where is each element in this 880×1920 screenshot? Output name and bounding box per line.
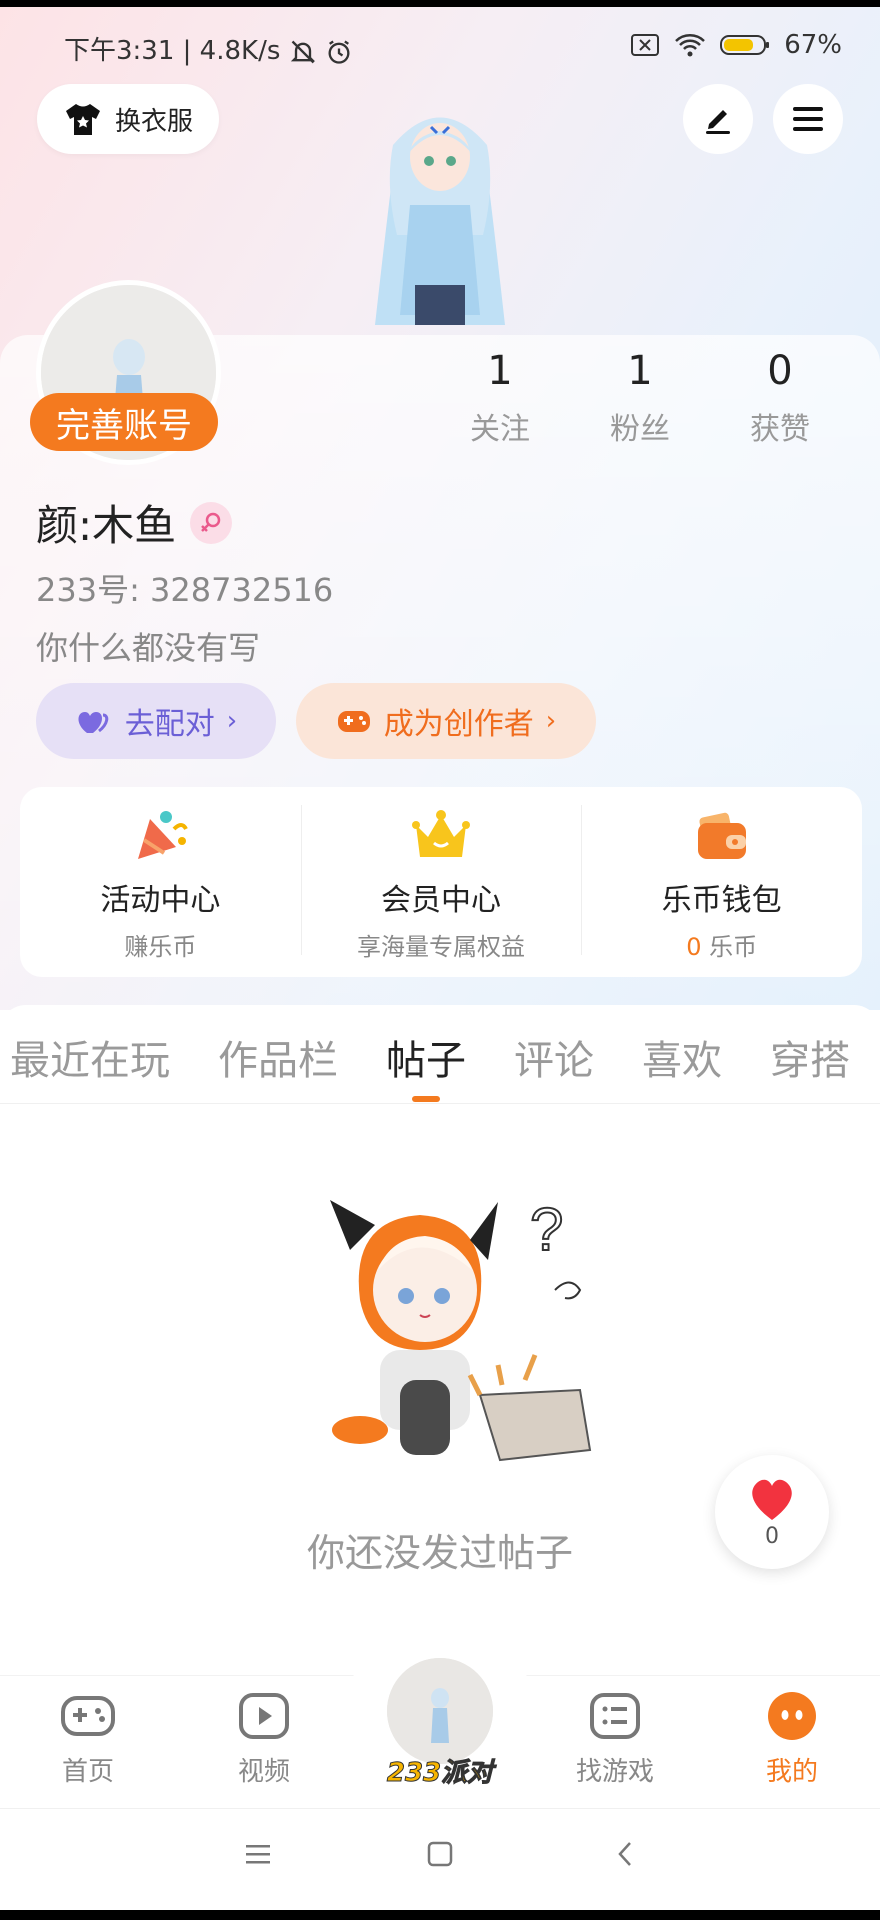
wallet-icon [697, 812, 746, 859]
bell-muted-icon [290, 40, 315, 63]
stat-followers[interactable]: 1 粉丝 [570, 348, 710, 448]
username: 颜:木鱼 [36, 501, 177, 550]
list-icon [590, 1693, 640, 1739]
become-creator-button[interactable]: 成为创作者 › [296, 683, 596, 759]
tabs-divider [0, 1103, 880, 1104]
activity-center-sub: 赚乐币 [124, 933, 197, 961]
coin-balance: 0 [686, 933, 702, 961]
stat-followers-label: 粉丝 [610, 412, 670, 447]
hamburger-menu-icon [793, 107, 823, 131]
double-heart-icon [78, 712, 109, 733]
member-center-sub: 享海量专属权益 [357, 933, 525, 961]
profile-stats: 1 关注 1 粉丝 0 获赞 [430, 348, 850, 448]
nav-me-label: 我的 [765, 1757, 818, 1787]
sim-off-icon [631, 34, 660, 56]
tshirt-icon [65, 104, 100, 135]
nav-video[interactable]: 视频 [204, 1692, 324, 1788]
nav-video-label: 视频 [237, 1757, 290, 1787]
change-outfit-button[interactable]: 换衣服 [37, 84, 219, 154]
go-pair-button[interactable]: 去配对 › [36, 683, 276, 759]
become-creator-label: 成为创作者 [383, 707, 534, 742]
tab-works[interactable]: 作品栏 [218, 1028, 338, 1086]
play-icon [239, 1693, 289, 1739]
go-pair-label: 去配对 [124, 707, 215, 742]
change-outfit-label: 换衣服 [114, 106, 193, 137]
stat-following[interactable]: 1 关注 [430, 348, 570, 448]
like-count: 0 [765, 1523, 779, 1549]
coin-unit: 乐币 [709, 933, 758, 961]
tab-comments[interactable]: 评论 [514, 1028, 594, 1086]
chevron-right-icon: › [226, 706, 238, 736]
member-center[interactable]: 会员中心 享海量专属权益 [300, 787, 582, 977]
party-popper-icon [138, 811, 189, 859]
gamepad-icon [61, 1696, 115, 1736]
battery-icon [720, 35, 770, 55]
stat-following-label: 关注 [470, 412, 530, 447]
empty-state-illustration: ? [330, 1195, 592, 1462]
recent-apps-icon[interactable] [244, 1840, 272, 1868]
content-tabs: 最近在玩 作品栏 帖子 评论 喜欢 穿搭 [10, 1028, 880, 1102]
menu-button[interactable] [773, 84, 843, 154]
nav-home-label: 首页 [61, 1757, 114, 1787]
back-arrow-icon[interactable] [612, 1840, 640, 1868]
status-right: 67% [630, 30, 842, 60]
coin-wallet-sub: 0 乐币 [581, 927, 862, 962]
character-model-image[interactable] [355, 95, 525, 335]
floating-like-button[interactable]: 0 [715, 1455, 829, 1569]
feature-card: 活动中心 赚乐币 会员中心 享海量专属权益 乐币钱包 0 乐币 [20, 787, 862, 977]
activity-center[interactable]: 活动中心 赚乐币 [20, 787, 301, 977]
svg-text:?: ? [530, 1196, 563, 1263]
status-left: 下午3:31 | 4.8K/s [64, 30, 353, 67]
female-gender-icon [190, 501, 233, 544]
nav-home[interactable]: 首页 [28, 1692, 148, 1788]
nav-party-avatar[interactable] [387, 1658, 493, 1764]
home-square-icon[interactable] [426, 1840, 454, 1868]
user-bio: 你什么都没有写 [36, 629, 261, 667]
me-icon [768, 1692, 816, 1740]
status-time-speed: 下午3:31 | 4.8K/s [64, 36, 281, 66]
nav-party-label[interactable]: 233派对 [370, 1752, 510, 1789]
edit-profile-button[interactable] [683, 84, 753, 154]
username-row: 颜:木鱼 [36, 492, 233, 553]
tab-posts[interactable]: 帖子 [386, 1028, 466, 1102]
alarm-icon [328, 40, 350, 64]
crown-icon [412, 810, 470, 857]
nav-find-games[interactable]: 找游戏 [555, 1692, 675, 1788]
coin-wallet-title: 乐币钱包 [661, 883, 782, 918]
nav-me[interactable]: 我的 [732, 1692, 852, 1788]
wifi-icon [675, 34, 706, 57]
stat-following-count: 1 [487, 348, 513, 394]
nav-find-games-label: 找游戏 [575, 1757, 654, 1787]
stat-likes-label: 获赞 [750, 412, 810, 447]
gamepad-icon [337, 711, 370, 732]
tab-recently-played[interactable]: 最近在玩 [10, 1028, 170, 1086]
activity-center-title: 活动中心 [100, 883, 221, 918]
stat-likes[interactable]: 0 获赞 [710, 348, 850, 448]
screen-bottom-edge [0, 1910, 880, 1920]
tab-likes[interactable]: 喜欢 [642, 1028, 722, 1086]
screen-top-edge [0, 0, 880, 7]
stat-followers-count: 1 [627, 348, 653, 394]
battery-level: 67% [784, 30, 842, 60]
pen-icon [706, 110, 730, 134]
tab-outfits[interactable]: 穿搭 [770, 1028, 850, 1086]
status-bar: 下午3:31 | 4.8K/s 67% [0, 26, 880, 66]
complete-account-button[interactable]: 完善账号 [30, 393, 218, 451]
user-id: 233号: 328732516 [36, 571, 334, 609]
member-center-title: 会员中心 [381, 883, 501, 918]
coin-wallet[interactable]: 乐币钱包 0 乐币 [581, 787, 862, 977]
chevron-right-icon: › [545, 706, 557, 736]
heart-icon [752, 1479, 792, 1520]
stat-likes-count: 0 [767, 348, 793, 394]
party-character-image [387, 1658, 493, 1764]
